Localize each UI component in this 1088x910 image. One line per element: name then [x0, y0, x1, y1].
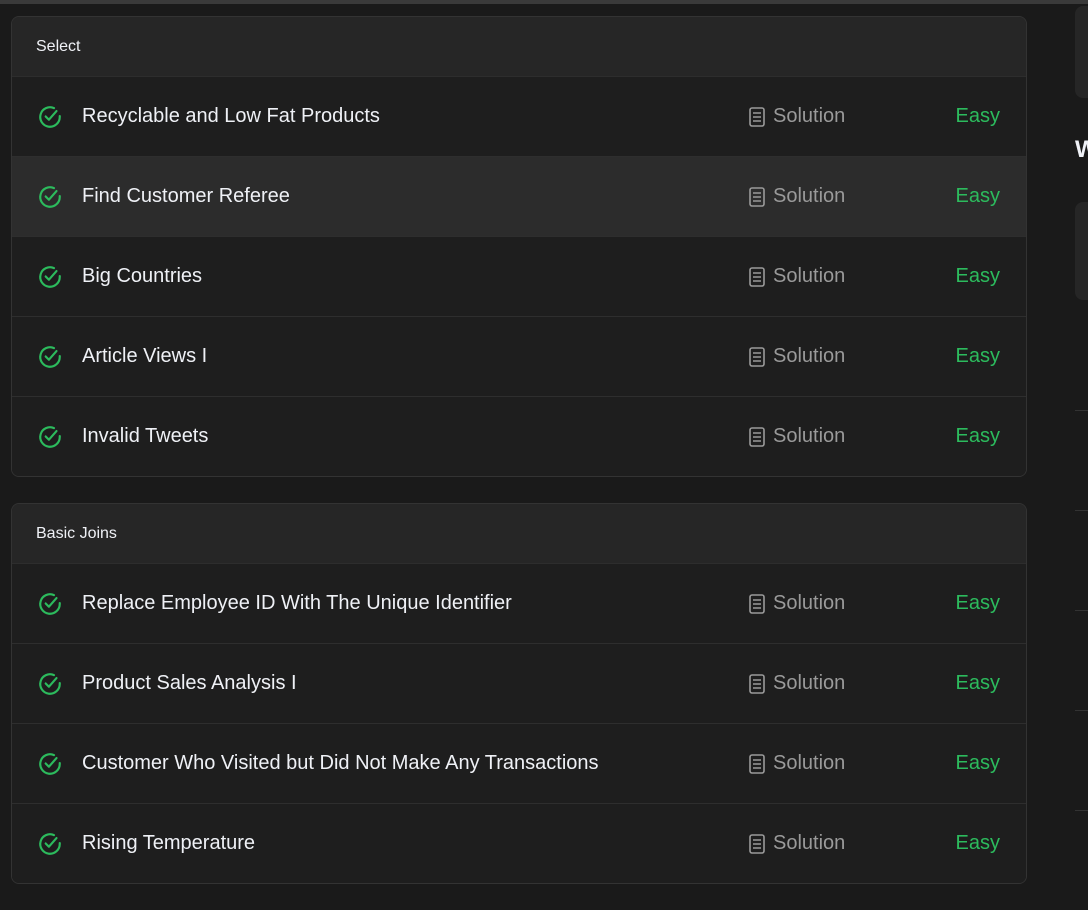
problem-title-link[interactable]: Replace Employee ID With The Unique Iden…: [82, 592, 512, 615]
check-circle-icon: [39, 265, 61, 288]
difficulty-label: Easy: [955, 265, 1000, 287]
problem-row[interactable]: Article Views I Solution Easy: [12, 316, 1026, 396]
right-panel-card: [1075, 6, 1088, 98]
check-circle-icon: [39, 832, 61, 855]
solution-link[interactable]: Solution: [749, 105, 845, 128]
check-circle-icon: [39, 425, 61, 448]
problem-row[interactable]: Find Customer Referee Solution Easy: [12, 156, 1026, 236]
check-circle-icon: [39, 105, 61, 128]
document-icon: [749, 426, 765, 447]
divider: [1075, 410, 1088, 411]
solution-link[interactable]: Solution: [749, 832, 845, 855]
problem-title-link[interactable]: Customer Who Visited but Did Not Make An…: [82, 752, 599, 775]
solution-link[interactable]: Solution: [749, 185, 845, 208]
problem-row[interactable]: Customer Who Visited but Did Not Make An…: [12, 723, 1026, 803]
problem-title-link[interactable]: Rising Temperature: [82, 832, 255, 855]
difficulty-label: Easy: [955, 672, 1000, 694]
problem-row[interactable]: Product Sales Analysis I Solution Easy: [12, 643, 1026, 723]
divider: [1075, 510, 1088, 511]
solution-label: Solution: [773, 752, 846, 774]
problem-title-link[interactable]: Find Customer Referee: [82, 185, 290, 208]
solution-label: Solution: [773, 345, 846, 367]
document-icon: [749, 266, 765, 287]
solution-label: Solution: [773, 672, 846, 694]
divider: [1075, 610, 1088, 611]
check-circle-icon: [39, 752, 61, 775]
solution-label: Solution: [773, 105, 846, 127]
difficulty-label: Easy: [955, 425, 1000, 447]
solution-label: Solution: [773, 185, 846, 207]
problem-row[interactable]: Replace Employee ID With The Unique Iden…: [12, 564, 1026, 643]
difficulty-label: Easy: [955, 185, 1000, 207]
difficulty-label: Easy: [955, 592, 1000, 614]
solution-link[interactable]: Solution: [749, 425, 845, 448]
problem-row[interactable]: Recyclable and Low Fat Products Solution…: [12, 77, 1026, 156]
document-icon: [749, 186, 765, 207]
study-plan-list: Select Recyclable and Low Fat Products S…: [11, 16, 1027, 910]
solution-label: Solution: [773, 832, 846, 854]
difficulty-label: Easy: [955, 752, 1000, 774]
solution-link[interactable]: Solution: [749, 345, 845, 368]
solution-link[interactable]: Solution: [749, 672, 845, 695]
problem-title-link[interactable]: Invalid Tweets: [82, 425, 208, 448]
section-title: Basic Joins: [12, 504, 1026, 564]
solution-label: Solution: [773, 592, 846, 614]
top-bar: [0, 0, 1088, 4]
solution-link[interactable]: Solution: [749, 752, 845, 775]
problem-row[interactable]: Rising Temperature Solution Easy: [12, 803, 1026, 883]
problem-title-link[interactable]: Big Countries: [82, 265, 202, 288]
problem-title-link[interactable]: Recyclable and Low Fat Products: [82, 105, 380, 128]
document-icon: [749, 753, 765, 774]
document-icon: [749, 346, 765, 367]
check-circle-icon: [39, 672, 61, 695]
solution-label: Solution: [773, 425, 846, 447]
difficulty-label: Easy: [955, 345, 1000, 367]
check-circle-icon: [39, 185, 61, 208]
section-basic-joins: Basic Joins Replace Employee ID With The…: [11, 503, 1027, 884]
right-panel-card: [1075, 202, 1088, 300]
document-icon: [749, 593, 765, 614]
problem-row[interactable]: Big Countries Solution Easy: [12, 236, 1026, 316]
check-circle-icon: [39, 592, 61, 615]
document-icon: [749, 106, 765, 127]
difficulty-label: Easy: [955, 105, 1000, 127]
solution-link[interactable]: Solution: [749, 265, 845, 288]
document-icon: [749, 673, 765, 694]
right-panel-heading: W: [1075, 136, 1088, 163]
divider: [1075, 810, 1088, 811]
document-icon: [749, 833, 765, 854]
check-circle-icon: [39, 345, 61, 368]
solution-label: Solution: [773, 265, 846, 287]
problem-row[interactable]: Invalid Tweets Solution Easy: [12, 396, 1026, 476]
solution-link[interactable]: Solution: [749, 592, 845, 615]
problem-title-link[interactable]: Article Views I: [82, 345, 207, 368]
section-title: Select: [12, 17, 1026, 77]
problem-title-link[interactable]: Product Sales Analysis I: [82, 672, 297, 695]
divider: [1075, 710, 1088, 711]
section-select: Select Recyclable and Low Fat Products S…: [11, 16, 1027, 477]
difficulty-label: Easy: [955, 832, 1000, 854]
